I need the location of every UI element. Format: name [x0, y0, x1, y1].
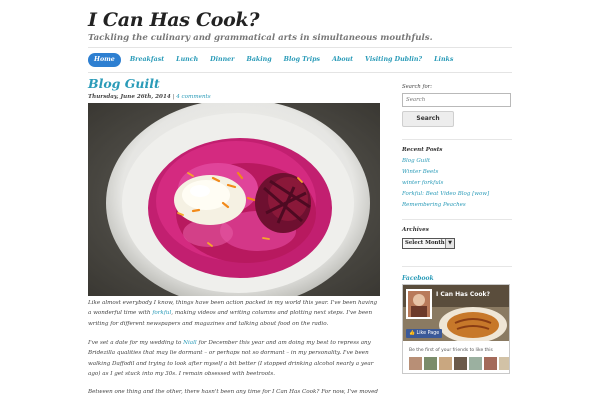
nav-item-visiting-dublin[interactable]: Visiting Dublin?	[359, 53, 428, 67]
nav-item-lunch[interactable]: Lunch	[170, 53, 204, 67]
forkful-link[interactable]: forkful	[152, 310, 171, 316]
recent-posts-title: Recent Posts	[402, 147, 443, 153]
post-title[interactable]: Blog Guilt	[88, 76, 160, 91]
chevron-down-icon: ▼	[445, 239, 454, 248]
post-paragraph-1: Like almost everybody I know, things hav…	[88, 298, 382, 329]
nav-item-home[interactable]: Home	[88, 53, 121, 67]
site-title[interactable]: I Can Has Cook?	[88, 9, 260, 31]
beetroot-risotto-photo	[88, 103, 380, 296]
facebook-like-box: I Can Has Cook? 👍 Like Page Be the first…	[402, 284, 510, 374]
post-paragraph-2: I've set a date for my wedding to Niall …	[88, 338, 382, 380]
nav-item-links[interactable]: Links	[428, 53, 459, 67]
recent-posts-list: Blog Guilt Winter Beets winter forkfuls …	[402, 156, 489, 211]
recent-post-link[interactable]: Forkful: Beat Video Blog [wow]	[402, 189, 489, 200]
sidebar-divider-2	[402, 219, 512, 220]
search-input[interactable]	[402, 93, 511, 107]
recent-post-link[interactable]: Blog Guilt	[402, 156, 489, 167]
facebook-like-label: Like Page	[416, 331, 440, 336]
nav-item-dinner[interactable]: Dinner	[204, 53, 240, 67]
facebook-page-name[interactable]: I Can Has Cook?	[436, 291, 490, 298]
site-tagline: Tackling the culinary and grammatical ar…	[88, 33, 433, 43]
avatar[interactable]	[484, 357, 497, 370]
recent-post-link[interactable]: winter forkfuls	[402, 178, 489, 189]
avatar[interactable]	[424, 357, 437, 370]
avatar[interactable]	[439, 357, 452, 370]
facebook-like-text: Be the first of your friends to like thi…	[409, 348, 493, 353]
facebook-friends-row	[409, 357, 509, 370]
avatar[interactable]	[499, 357, 509, 370]
thumbs-up-icon: 👍	[409, 331, 415, 336]
main-nav: Home Breakfast Lunch Dinner Baking Blog …	[88, 52, 459, 68]
facebook-title[interactable]: Facebook	[402, 275, 434, 282]
facebook-like-button[interactable]: 👍 Like Page	[406, 329, 443, 338]
post-image-beetroot-risotto[interactable]	[88, 103, 380, 296]
nav-divider	[88, 72, 512, 73]
post-meta: Thursday, June 26th, 2014 | 4 comments	[88, 94, 211, 100]
search-label: Search for:	[402, 84, 432, 90]
search-button[interactable]: Search	[402, 111, 454, 127]
nav-item-breakfast[interactable]: Breakfast	[124, 53, 170, 67]
post-date: Thursday, June 26th, 2014	[88, 94, 171, 100]
avatar[interactable]	[469, 357, 482, 370]
recent-post-link[interactable]: Remembering Peaches	[402, 200, 489, 211]
sidebar-search-label-wrap: Search for:	[402, 84, 512, 90]
header-divider	[88, 47, 512, 48]
archives-title: Archives	[402, 227, 429, 233]
recent-post-link[interactable]: Winter Beets	[402, 167, 489, 178]
paragraph-2-text-a: I've set a date for my wedding to	[88, 340, 184, 346]
facebook-cover-image[interactable]: I Can Has Cook? 👍 Like Page	[403, 285, 509, 341]
avatar[interactable]	[409, 357, 422, 370]
nav-item-baking[interactable]: Baking	[241, 53, 278, 67]
archives-select[interactable]: Select Month ▼	[402, 238, 455, 249]
post-paragraph-3: Between one thing and the other, there h…	[88, 389, 378, 395]
nav-item-about[interactable]: About	[326, 53, 359, 67]
archives-selected-value: Select Month	[405, 240, 445, 246]
sidebar-divider-1	[402, 139, 512, 140]
avatar[interactable]	[454, 357, 467, 370]
sidebar-divider-3	[402, 266, 512, 267]
page: I Can Has Cook? Tackling the culinary an…	[0, 0, 600, 400]
nav-item-blog-trips[interactable]: Blog Trips	[278, 53, 326, 67]
niall-link[interactable]: Niall	[183, 340, 197, 346]
meta-separator: |	[172, 94, 175, 100]
comments-link[interactable]: 4 comments	[176, 94, 210, 100]
